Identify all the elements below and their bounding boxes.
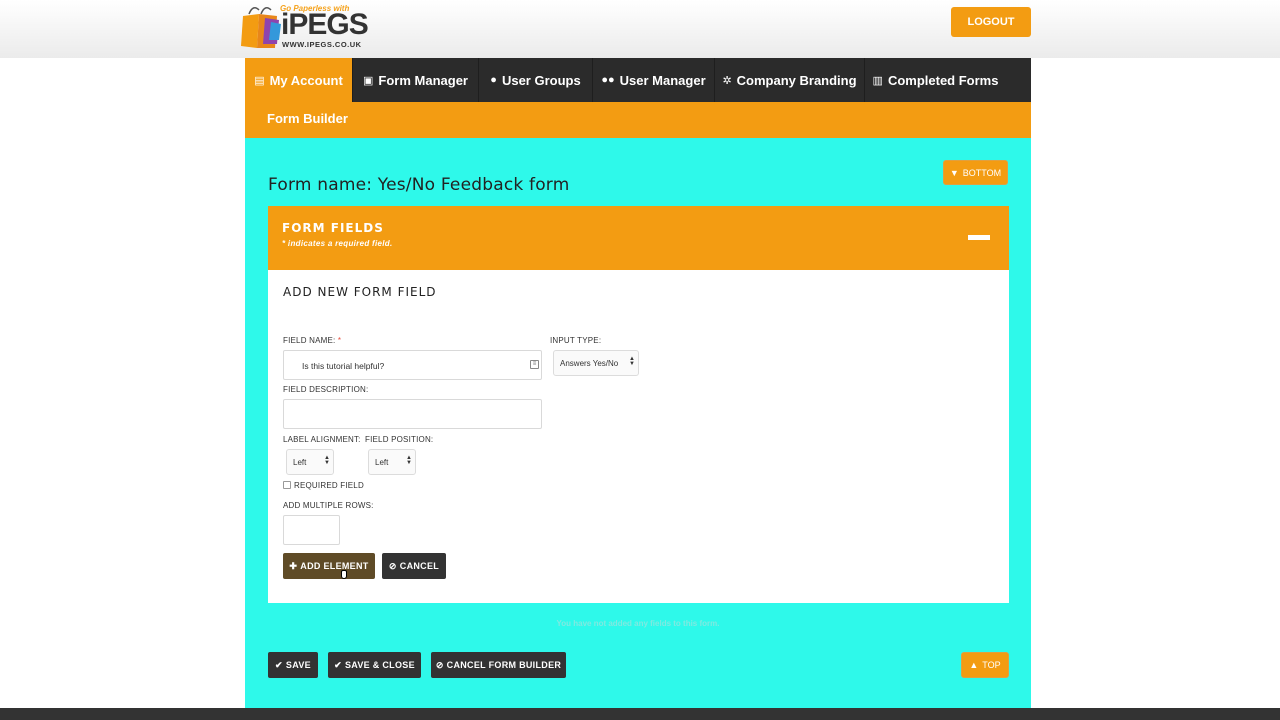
add-element-label: ADD ELEMENT — [300, 561, 369, 571]
field-position-select[interactable]: Left ▲ ▼ — [368, 449, 416, 475]
form-builder-area: Form name: Yes/No Feedback form ▼ BOTTOM… — [245, 138, 1031, 708]
document-icon: ▤ — [254, 74, 265, 87]
save-close-label: SAVE & CLOSE — [344, 660, 415, 670]
section-title: ADD NEW FORM FIELD — [283, 285, 437, 299]
clipboard-icon: ▥ — [872, 74, 883, 87]
multiple-rows-input[interactable] — [283, 515, 340, 545]
user-icon: ● — [490, 74, 497, 86]
users-icon: ●● — [601, 74, 615, 86]
nav-item-completed-forms[interactable]: ▥ Completed Forms — [865, 58, 1006, 102]
subnav-item-form-builder[interactable]: Form Builder — [267, 102, 348, 138]
nav-item-user-groups[interactable]: ● User Groups — [479, 58, 593, 102]
input-type-value: Answers Yes/No — [560, 359, 619, 368]
cancel-label: CANCEL — [399, 561, 440, 571]
top-label: TOP — [982, 660, 1001, 670]
field-position-value: Left — [375, 458, 389, 467]
collapse-minus-icon[interactable] — [968, 235, 990, 240]
field-name-label: FIELD NAME: * — [283, 336, 341, 345]
field-name-label-text: FIELD NAME: — [283, 336, 336, 345]
field-position-label: FIELD POSITION: — [365, 435, 434, 444]
sub-nav: Form Builder — [245, 102, 1031, 138]
nav-item-label: User Groups — [501, 72, 581, 88]
input-type-label: INPUT TYPE: — [550, 336, 602, 345]
save-label: SAVE — [285, 660, 311, 670]
main-nav: ▤ My Account ▣ Form Manager ● User Group… — [245, 58, 1031, 102]
form-icon: ▣ — [363, 74, 374, 87]
plus-icon: ✚ — [289, 560, 298, 571]
field-name-value: Is this tutorial helpful? — [302, 361, 385, 371]
field-description-input[interactable] — [283, 399, 542, 429]
page-title: Form name: Yes/No Feedback form — [268, 175, 570, 195]
save-button[interactable]: ✔ SAVE — [268, 652, 318, 678]
label-alignment-value: Left — [293, 458, 307, 467]
select-arrows-icon: ▲ ▼ — [324, 455, 330, 466]
nav-item-label: Company Branding — [736, 72, 857, 88]
nav-item-form-manager[interactable]: ▣ Form Manager — [353, 58, 479, 102]
cancel-form-builder-button[interactable]: ⊘ CANCEL FORM BUILDER — [431, 652, 566, 678]
footer-bar — [0, 708, 1280, 720]
ban-icon: ⊘ — [435, 659, 444, 670]
top-bar: Go Paperless with iPEGS WWW.IPEGS.CO.UK … — [0, 0, 1280, 58]
nav-item-label: Form Manager — [378, 72, 468, 88]
nav-item-company-branding[interactable]: ✲ Company Branding — [715, 58, 865, 102]
field-description-label: FIELD DESCRIPTION: — [283, 385, 369, 394]
input-type-select[interactable]: Answers Yes/No ▲ ▼ — [553, 350, 639, 376]
nav-item-label: My Account — [269, 72, 343, 88]
label-alignment-select[interactable]: Left ▲ ▼ — [286, 449, 334, 475]
nav-item-label: User Manager — [619, 72, 706, 88]
nav-item-user-manager[interactable]: ●● User Manager — [593, 58, 715, 102]
add-element-button[interactable]: ✚ ADD ELEMENT — [283, 553, 375, 579]
scroll-bottom-button[interactable]: ▼ BOTTOM — [943, 160, 1008, 185]
check-icon: ✔ — [275, 659, 283, 670]
ban-icon: ⊘ — [388, 560, 397, 571]
check-icon: ✔ — [334, 659, 342, 670]
gears-icon: ✲ — [722, 74, 732, 87]
save-close-button[interactable]: ✔ SAVE & CLOSE — [328, 652, 421, 678]
multiple-rows-label: ADD MULTIPLE ROWS: — [283, 501, 374, 510]
required-marker: * — [337, 336, 342, 345]
field-name-input[interactable]: Is this tutorial helpful? ≡ — [283, 350, 542, 380]
form-fields-panel-header: FORM FIELDS * indicates a required field… — [268, 206, 1009, 270]
bottom-label: BOTTOM — [962, 167, 1002, 178]
scroll-top-button[interactable]: ▲ TOP — [961, 652, 1009, 678]
required-field-label: REQUIRED FIELD — [294, 481, 364, 490]
logo-url: WWW.IPEGS.CO.UK — [282, 40, 362, 49]
add-field-form: ADD NEW FORM FIELD FIELD NAME: * Is this… — [268, 270, 1009, 603]
nav-item-my-account[interactable]: ▤ My Account — [245, 58, 353, 102]
label-alignment-label: LABEL ALIGNMENT: — [283, 435, 361, 444]
caret-down-icon: ▼ — [949, 167, 959, 178]
nav-item-label: Completed Forms — [887, 72, 999, 88]
shopping-bag-icon — [241, 7, 281, 48]
required-field-checkbox[interactable] — [283, 481, 291, 489]
panel-subtitle: * indicates a required field. — [282, 239, 393, 248]
select-arrows-icon: ▲ ▼ — [406, 455, 412, 466]
cancel-button[interactable]: ⊘ CANCEL — [382, 553, 446, 579]
select-arrows-icon: ▲ ▼ — [629, 356, 635, 367]
panel-title: FORM FIELDS — [282, 221, 384, 235]
logo-wordmark: iPEGS — [281, 8, 369, 41]
caret-up-icon: ▲ — [969, 660, 979, 670]
logout-button[interactable]: LOGOUT — [951, 7, 1031, 37]
cancel-form-builder-label: CANCEL FORM BUILDER — [446, 660, 562, 670]
hand-cursor-icon — [341, 570, 347, 579]
contact-card-icon: ≡ — [530, 360, 539, 369]
empty-form-note: You have not added any fields to this fo… — [556, 619, 720, 628]
ipegs-logo[interactable]: Go Paperless with iPEGS WWW.IPEGS.CO.UK — [241, 2, 376, 52]
